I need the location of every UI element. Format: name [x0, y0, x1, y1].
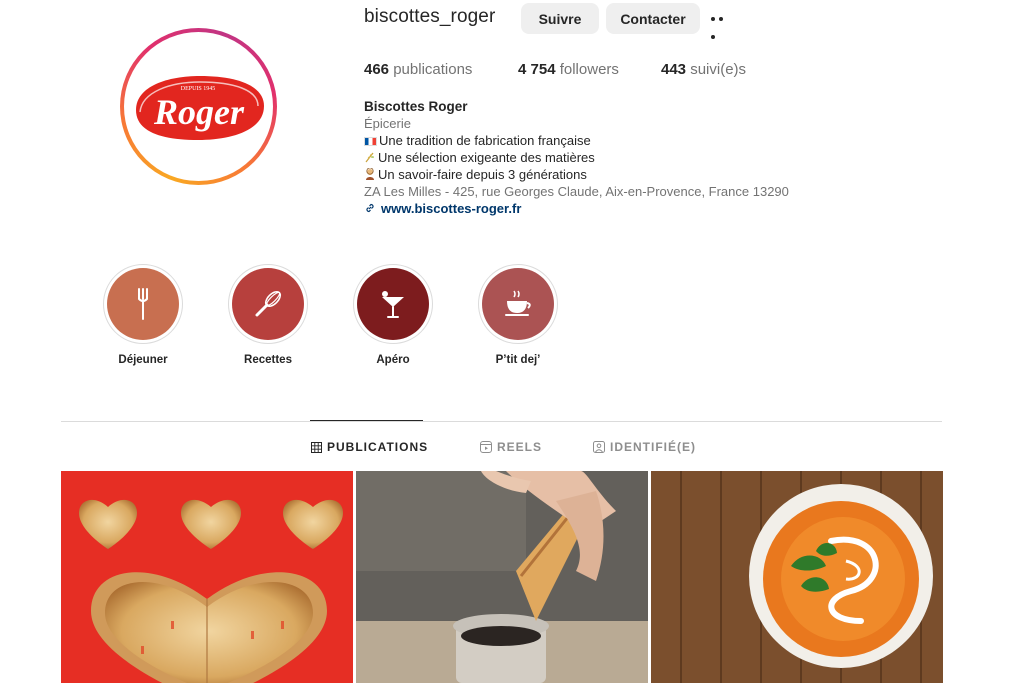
- post-thumbnail-hearts[interactable]: [61, 471, 353, 683]
- highlight-ring: [353, 264, 433, 344]
- followers-label: followers: [559, 61, 619, 78]
- stat-following[interactable]: 443 suivi(e)s: [661, 61, 746, 78]
- bio-line-2-text: Une sélection exigeante des matières: [378, 150, 595, 165]
- website-link[interactable]: www.biscottes-roger.fr: [381, 201, 521, 216]
- bio-address: ZA Les Milles - 425, rue Georges Claude,…: [364, 184, 789, 199]
- grid-icon: [311, 441, 322, 453]
- profile-avatar[interactable]: DEPUIS 1945 Roger: [120, 28, 277, 185]
- post-image-toast-hearts: [79, 499, 343, 683]
- tab-reels-label: REELS: [497, 440, 543, 454]
- followers-count: 4 754: [518, 61, 556, 78]
- tab-publications[interactable]: PUBLICATIONS: [311, 440, 428, 454]
- following-count: 443: [661, 61, 687, 78]
- highlight-cover: [357, 268, 429, 340]
- follow-button[interactable]: Suivre: [521, 3, 599, 34]
- highlight-dejeuner[interactable]: Déjeuner: [103, 264, 183, 366]
- tagged-icon: [593, 441, 605, 453]
- highlight-ring: [478, 264, 558, 344]
- highlight-cover: [107, 268, 179, 340]
- wheat-icon: [365, 152, 374, 163]
- reels-icon: [480, 441, 492, 453]
- post-image-soup-bowl: [651, 471, 943, 683]
- link-icon: [366, 203, 374, 213]
- tabs-divider: [61, 421, 942, 422]
- following-label: suivi(e)s: [690, 61, 747, 78]
- fork-icon: [138, 288, 148, 320]
- tab-tagged-label: IDENTIFIÉ(E): [610, 440, 696, 454]
- tab-publications-label: PUBLICATIONS: [327, 440, 429, 454]
- bio-name: Biscottes Roger: [364, 99, 468, 114]
- posts-count: 466: [364, 61, 390, 78]
- post-image-tapenade-jar: [356, 471, 648, 683]
- highlight-label: P’tit dej’: [495, 354, 541, 366]
- family-icon: [366, 168, 374, 180]
- post-thumbnail-soup[interactable]: [651, 471, 943, 683]
- stat-posts: 466 publications: [364, 61, 472, 78]
- tab-reels[interactable]: REELS: [480, 440, 542, 454]
- bio-line-1: Une tradition de fabrication française: [364, 132, 591, 149]
- highlight-recettes[interactable]: Recettes: [228, 264, 308, 366]
- highlight-apero[interactable]: Apéro: [353, 264, 433, 366]
- roger-logo: DEPUIS 1945 Roger: [136, 76, 264, 140]
- post-thumbnail-jar[interactable]: [356, 471, 648, 683]
- cocktail-icon: [382, 291, 404, 318]
- contact-button[interactable]: Contacter: [606, 3, 700, 34]
- highlight-cover: [232, 268, 304, 340]
- logo-wordmark: Roger: [153, 92, 245, 132]
- posts-label: publications: [393, 61, 473, 78]
- bio-line-2: Une sélection exigeante des matières: [364, 149, 595, 166]
- bio-line-3-text: Un savoir-faire depuis 3 générations: [378, 167, 587, 182]
- tab-tagged[interactable]: IDENTIFIÉ(E): [593, 440, 696, 454]
- highlight-label: Déjeuner: [118, 354, 168, 366]
- highlight-ptit-dej[interactable]: P’tit dej’: [478, 264, 558, 366]
- bio-category: Épicerie: [364, 116, 411, 131]
- highlight-ring: [103, 264, 183, 344]
- whisk-icon: [255, 290, 282, 317]
- highlight-cover: [482, 268, 554, 340]
- bio-line-3: Un savoir-faire depuis 3 générations: [364, 166, 587, 183]
- active-tab-indicator: [310, 420, 423, 421]
- highlight-ring: [228, 264, 308, 344]
- bio-website[interactable]: www.biscottes-roger.fr: [364, 200, 521, 217]
- profile-username: biscottes_roger: [364, 6, 496, 27]
- highlight-label: Recettes: [244, 354, 292, 366]
- coffee-cup-icon: [505, 290, 531, 316]
- french-flag-icon: [364, 137, 377, 146]
- highlight-label: Apéro: [376, 354, 410, 366]
- stat-followers[interactable]: 4 754 followers: [518, 61, 619, 78]
- avatar-inner: DEPUIS 1945 Roger: [124, 32, 273, 181]
- bio-line-1-text: Une tradition de fabrication française: [379, 133, 591, 148]
- more-horizontal-icon[interactable]: [711, 10, 733, 39]
